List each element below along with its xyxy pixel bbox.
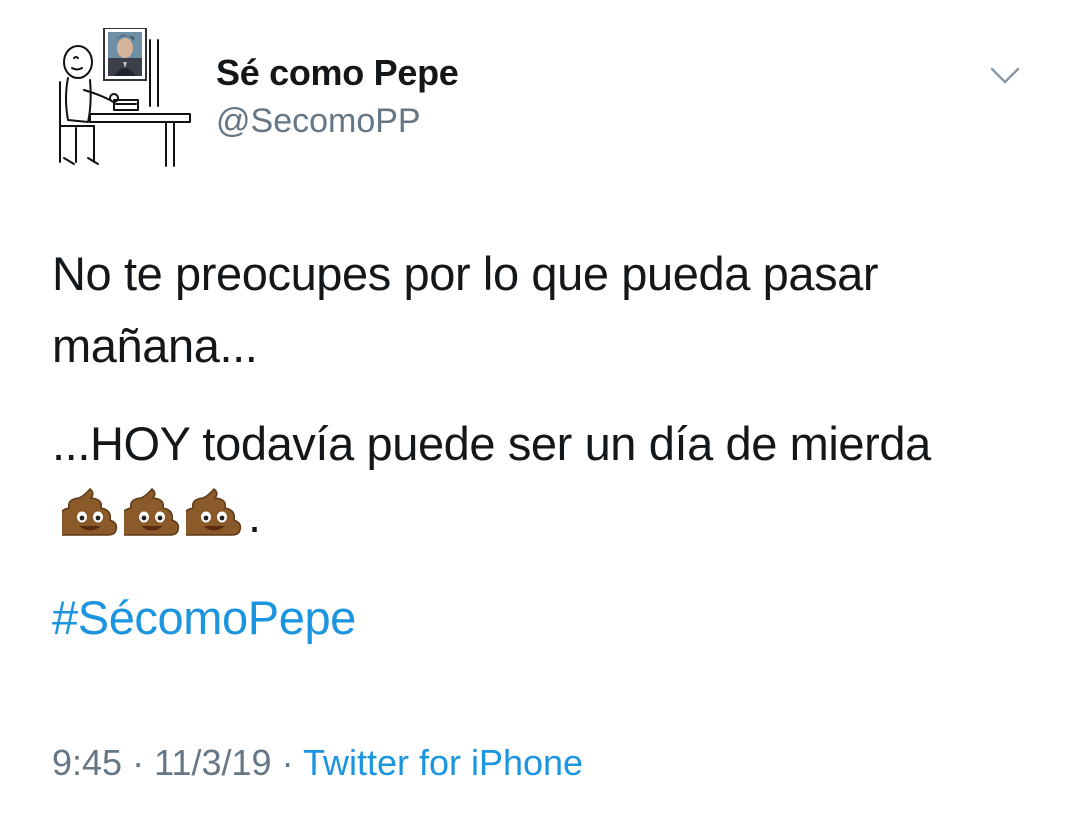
pile-of-poo-icon	[186, 487, 242, 536]
tweet-paragraph: No te preocupes por lo que pueda pasar m…	[52, 247, 879, 372]
tweet-meta: 9:45 · 11/3/19 · Twitter for iPhone	[52, 742, 583, 784]
tweet-date[interactable]: 11/3/19	[154, 742, 271, 783]
tweet-trailing-period: .	[248, 489, 261, 542]
tweet-paragraph: ...HOY todavía puede ser un día de mierd…	[52, 408, 1012, 556]
tweet-text: No te preocupes por lo que pueda pasar m…	[52, 238, 1012, 654]
pile-of-poo-icon	[62, 487, 118, 536]
hashtag-link[interactable]: #SécomoPepe	[52, 582, 1012, 654]
chevron-down-icon[interactable]	[988, 64, 1022, 88]
pile-of-poo-icon	[124, 487, 180, 536]
avatar[interactable]	[54, 28, 192, 174]
author-handle[interactable]: @SecomoPP	[216, 102, 421, 141]
tweet-card: Sé como Pepe @SecomoPP No te preocupes p…	[0, 0, 1068, 827]
meta-separator: ·	[132, 742, 145, 783]
emoji-group	[62, 484, 248, 556]
tweet-paragraph-text: ...HOY todavía puede ser un día de mierd…	[52, 417, 931, 470]
tweet-time[interactable]: 9:45	[52, 742, 122, 783]
author-display-name[interactable]: Sé como Pepe	[216, 52, 459, 94]
tweet-source-link[interactable]: Twitter for iPhone	[303, 742, 583, 783]
meta-separator: ·	[281, 742, 294, 783]
